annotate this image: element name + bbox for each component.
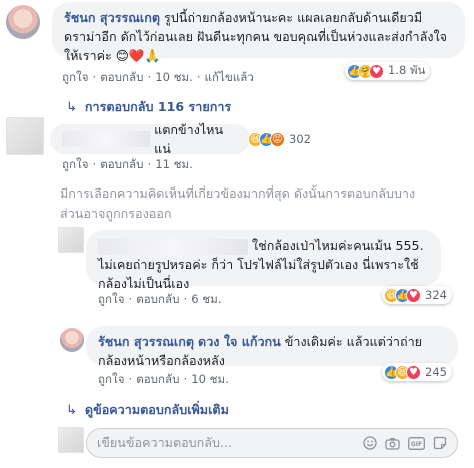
comment-emoji: 😊❤️🙏 [115, 48, 161, 63]
gif-icon[interactable]: GIF [408, 436, 425, 450]
blurred-commenter-name [62, 130, 151, 147]
timestamp[interactable]: 10 ชม. [155, 70, 193, 84]
relevance-filter-note: มีการเลือกความคิดเห็นที่เกี่ยวข้องมากที่… [60, 186, 416, 221]
reply-arrow-icon: ↳ [66, 99, 77, 115]
edited-label[interactable]: แก้ไขแล้ว [205, 70, 254, 84]
more-replies-link[interactable]: ดูข้อความตอบกลับเพิ่มเติม [85, 400, 229, 420]
reply-link[interactable]: ตอบกลับ [100, 70, 143, 84]
timestamp[interactable]: 6 ชม. [191, 292, 221, 306]
love-reaction-icon: ♥ [406, 364, 421, 380]
commenter-avatar[interactable] [6, 117, 44, 155]
reply-actions: ถูกใจ · ตอบกลับ · 6 ชม. [98, 292, 222, 306]
mentioned-user[interactable]: ดวง ใจ แก้วกน [198, 334, 281, 349]
sticker-icon[interactable] [433, 436, 447, 450]
reply-bubble: รัชนก สุวรรณเกตุ ดวง ใจ แก้วกน ข้างเดิมค… [86, 326, 458, 368]
like-link[interactable]: ถูกใจ [62, 157, 89, 171]
reaction-count: 1.8 พัน [388, 63, 426, 77]
comment-actions: ถูกใจ · ตอบกลับ · 11 ชม. [62, 157, 193, 171]
love-reaction-icon: ♥ [369, 63, 384, 79]
reply-author[interactable]: รัชนก สุวรรณเกตุ [98, 334, 194, 349]
reply-arrow-icon: ↳ [66, 402, 77, 418]
reply-link[interactable]: ตอบกลับ [100, 157, 143, 171]
timestamp[interactable]: 10 ชม. [191, 372, 229, 386]
view-more-replies[interactable]: ↳ ดูข้อความตอบกลับเพิ่มเติม [66, 400, 229, 420]
reaction-summary[interactable]: 👍 🤗 ♥ 1.8 พัน [345, 62, 431, 80]
camera-icon[interactable] [385, 437, 400, 450]
reply-actions: ถูกใจ · ตอบกลับ · 10 ชม. [98, 372, 229, 386]
comment-author[interactable]: รัชนก สุวรรณเกตุ [64, 10, 160, 25]
reply-bubble: ใช่กล้องเป่าไหมค่ะคนเม้น 555. ไม่เคยถ่าย… [86, 230, 441, 291]
reply-input[interactable]: เขียนข้อความตอบกลับ... [97, 433, 355, 453]
reaction-summary[interactable]: 😆 👍 ♥ 324 [382, 286, 452, 304]
angry-reaction-icon: 😡 [270, 131, 285, 147]
view-replies[interactable]: ↳ การตอบกลับ 116 รายการ [66, 97, 231, 117]
author-avatar[interactable] [60, 328, 84, 352]
emoji-icon[interactable] [363, 436, 377, 450]
comment-bubble: แตกข้างไหนแน่ [50, 122, 250, 156]
author-avatar[interactable] [6, 5, 40, 39]
current-user-avatar [58, 427, 84, 453]
comment-text: แตกข้างไหนแน่ [154, 121, 224, 156]
reply-text: ใช่กล้องเป่าไหมค่ะคนเม้น [252, 238, 392, 253]
reply-composer[interactable]: เขียนข้อความตอบกลับ... GIF [86, 428, 458, 458]
replies-count-link[interactable]: การตอบกลับ 116 รายการ [85, 97, 231, 117]
svg-text:GIF: GIF [411, 441, 422, 448]
reply-link[interactable]: ตอบกลับ [136, 292, 179, 306]
reaction-summary[interactable]: 👍 😆 ♥ 245 [382, 363, 452, 381]
reply-link[interactable]: ตอบกลับ [136, 372, 179, 386]
comment-actions: ถูกใจ · ตอบกลับ · 10 ชม. · แก้ไขแล้ว [62, 70, 254, 84]
like-link[interactable]: ถูกใจ [98, 292, 125, 306]
replier-avatar[interactable] [58, 227, 84, 253]
love-reaction-icon: ♥ [406, 287, 421, 303]
like-link[interactable]: ถูกใจ [62, 70, 89, 84]
reaction-count: 324 [425, 288, 447, 302]
comment-bubble: รัชนก สุวรรณเกตุ รูปนี้ถ่ายกล้องหน้านะคะ… [52, 2, 465, 63]
timestamp[interactable]: 11 ชม. [155, 157, 193, 171]
reaction-count: 302 [289, 132, 311, 146]
reaction-summary[interactable]: 😆 👍 😡 302 [246, 130, 316, 148]
like-link[interactable]: ถูกใจ [98, 372, 125, 386]
blurred-replier-name [98, 238, 248, 255]
reaction-count: 245 [425, 365, 447, 379]
